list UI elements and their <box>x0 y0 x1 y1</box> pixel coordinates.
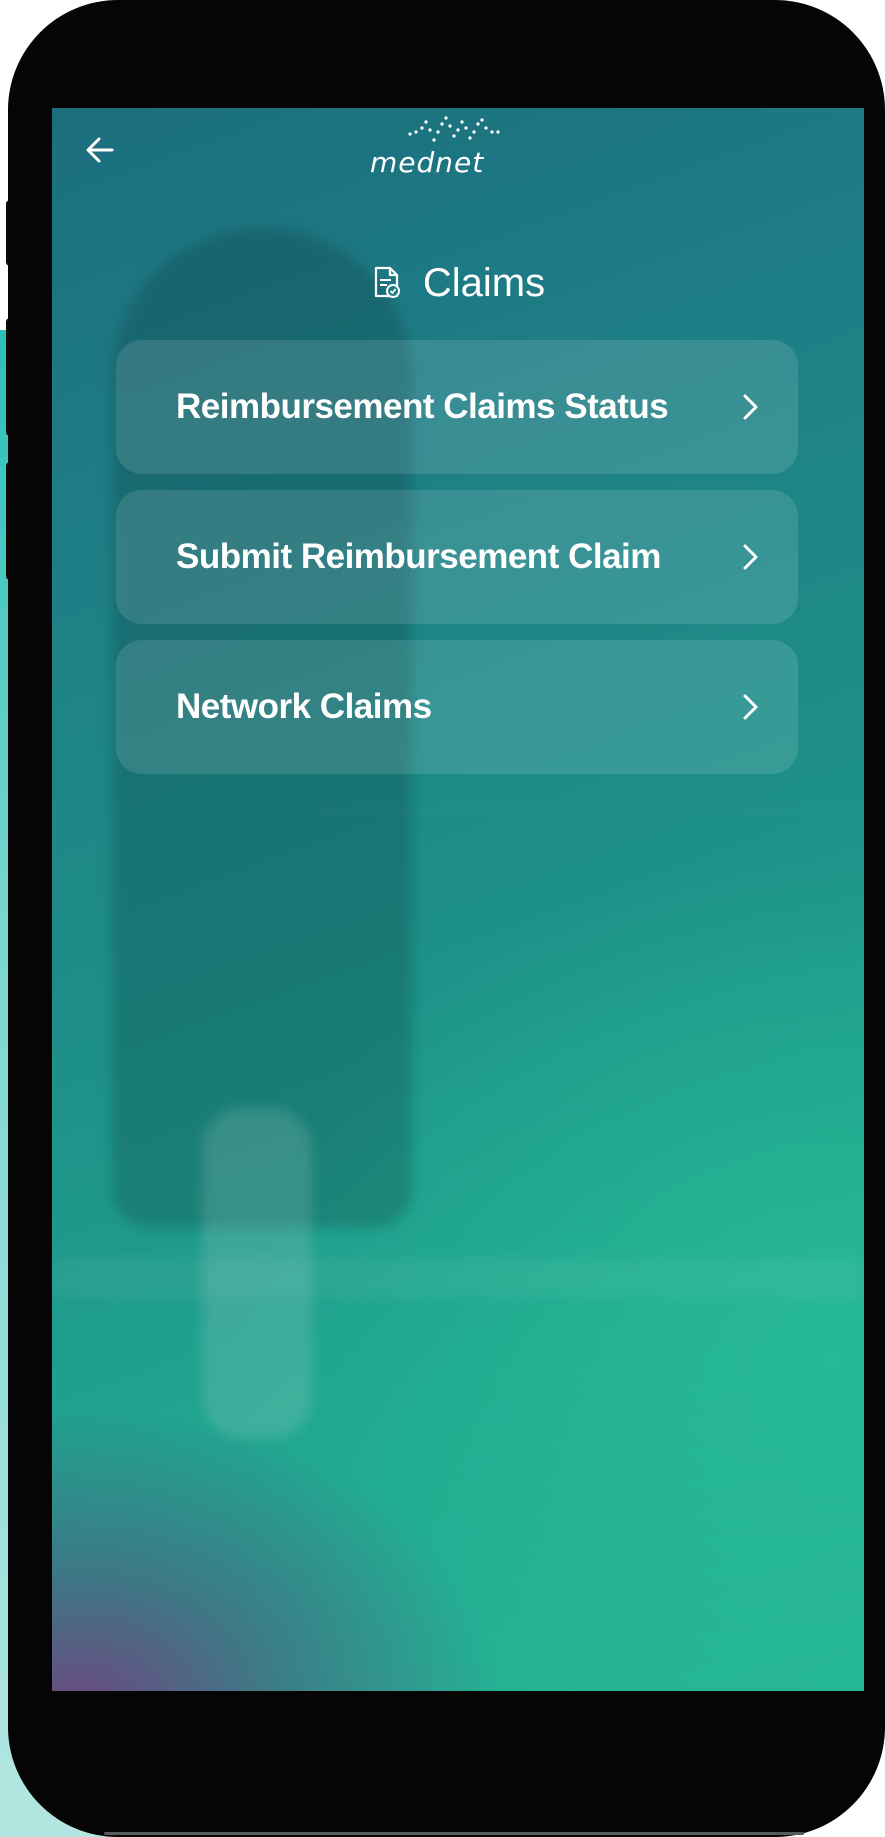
device-stage: mednet Claims Reimbursement Claims Statu… <box>0 0 885 1837</box>
menu-item-label: Reimbursement Claims Status <box>176 387 669 426</box>
chevron-right-icon <box>743 394 758 420</box>
menu-item-reimbursement-claims-status[interactable]: Reimbursement Claims Status <box>116 340 798 474</box>
arrow-left-icon[interactable] <box>78 130 122 170</box>
menu-item-submit-reimbursement-claim[interactable]: Submit Reimbursement Claim <box>116 490 798 624</box>
page-header: Claims <box>52 258 864 308</box>
mednet-logo: mednet <box>354 108 554 198</box>
home-indicator <box>104 1832 804 1835</box>
brand-wordmark: mednet <box>370 146 485 179</box>
chevron-right-icon <box>743 694 758 720</box>
chevron-right-icon <box>743 544 758 570</box>
menu-item-label: Submit Reimbursement Claim <box>176 537 661 576</box>
page-title: Claims <box>422 260 546 305</box>
phone-frame: mednet Claims Reimbursement Claims Statu… <box>8 0 885 1837</box>
logo-mark-icon <box>408 116 500 142</box>
background-pavement-band <box>52 1258 864 1298</box>
background-pavement-line <box>312 808 864 810</box>
app-screen: mednet Claims Reimbursement Claims Statu… <box>52 108 864 1691</box>
menu-item-network-claims[interactable]: Network Claims <box>116 640 798 774</box>
document-icon <box>374 266 400 298</box>
menu-item-label: Network Claims <box>176 687 432 726</box>
